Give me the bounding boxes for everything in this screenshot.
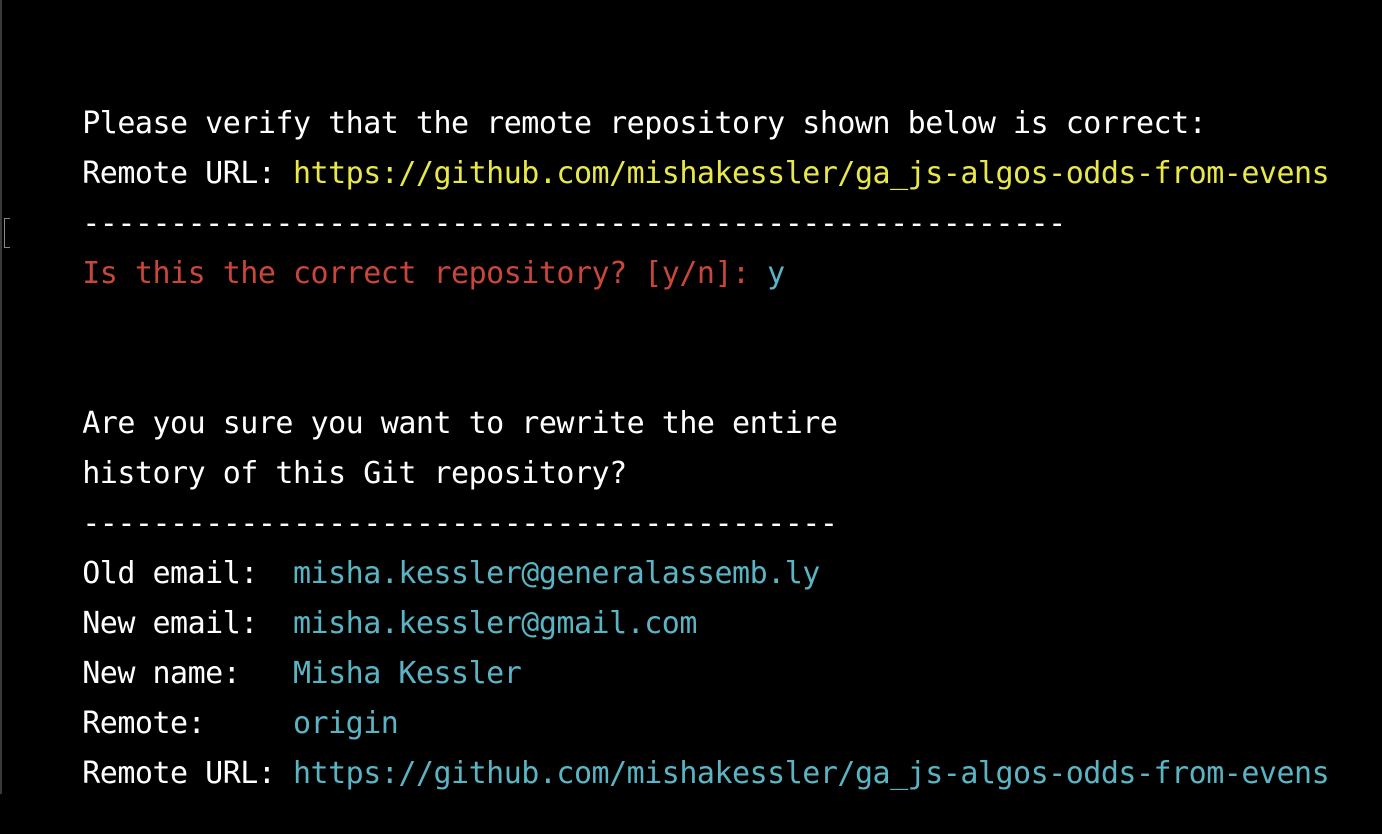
- rewrite-question-line-1: Are you sure you want to rewrite the ent…: [12, 364, 838, 441]
- rewrite-question-line-2: history of this Git repository?: [12, 414, 627, 491]
- cursor-marker: [4, 218, 10, 248]
- terminal-window[interactable]: Please verify that the remote repository…: [0, 0, 1382, 794]
- new-email-line: New email: misha.kessler@gmail.com: [12, 564, 697, 641]
- remote-line: Remote: origin: [12, 664, 399, 741]
- rewrite-remote-url-label: Remote URL:: [82, 756, 293, 791]
- verify-prompt-line: Please verify that the remote repository…: [12, 64, 1206, 141]
- rewrite-divider: ----------------------------------------…: [12, 464, 838, 541]
- rewrite-remote-url-value: https://github.com/mishakessler/ga_js-al…: [293, 756, 1330, 791]
- confirm-repo-question: Is this the correct repository? [y/n]:: [82, 256, 768, 291]
- confirm-repo-answer: y: [767, 256, 785, 291]
- verify-remote-url-line: Remote URL: https://github.com/mishakess…: [12, 114, 1329, 191]
- terminal-left-border: [0, 0, 2, 794]
- verify-divider: ----------------------------------------…: [12, 164, 1066, 241]
- old-email-line: Old email: misha.kessler@generalassemb.l…: [12, 514, 820, 591]
- new-name-line: New name: Misha Kessler: [12, 614, 522, 691]
- confirm-repo-line[interactable]: Is this the correct repository? [y/n]: y: [12, 214, 785, 291]
- rewrite-remote-url-line: Remote URL: https://github.com/mishakess…: [12, 714, 1329, 791]
